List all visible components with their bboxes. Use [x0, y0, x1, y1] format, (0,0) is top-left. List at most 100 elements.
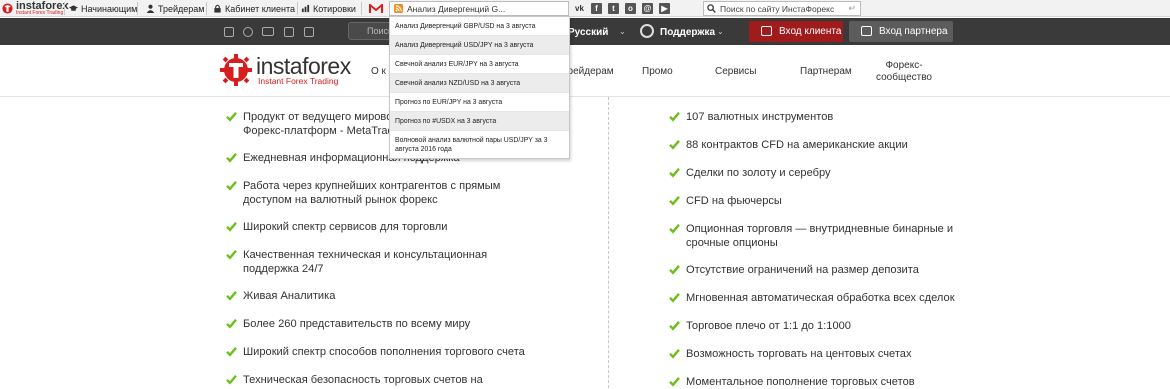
- nav-item-partners[interactable]: Партнерам: [800, 66, 852, 77]
- toolbar-item-client-cabinet[interactable]: Кабинет клиента: [213, 0, 295, 17]
- client-login-label: Вход клиента: [779, 26, 842, 37]
- feature-item: Торговое плечо от 1:1 до 1:1000: [669, 319, 851, 333]
- calendar-icon[interactable]: [284, 27, 294, 37]
- chart-icon: [301, 4, 310, 13]
- checkmark-icon: [669, 265, 680, 275]
- phone-icon[interactable]: [304, 27, 314, 37]
- nav-community-line2: сообщество: [876, 72, 932, 83]
- checkmark-icon: [669, 140, 680, 150]
- checkmark-icon: [669, 112, 680, 122]
- partner-login-label: Вход партнера: [879, 26, 948, 37]
- rss-dropdown: Анализ Дивергенций GBP/USD на 3 августа …: [389, 16, 570, 159]
- feature-text: Живая Аналитика: [243, 290, 336, 302]
- feature-text: Продукт от ведущего мирового Форекс-плат…: [243, 111, 403, 137]
- feature-item: Сделки по золоту и серебру: [669, 166, 831, 180]
- logo-tagline: Instant Forex Trading: [258, 75, 339, 86]
- globe-icon[interactable]: [243, 27, 253, 37]
- enter-icon[interactable]: ↵: [848, 3, 856, 14]
- support-menu[interactable]: Поддержка: [660, 27, 715, 38]
- site-search-placeholder: Поиск по сайту ИнстаФорекс: [720, 3, 835, 14]
- rss-feed-field[interactable]: Анализ Дивергенций G...: [389, 1, 569, 16]
- dropdown-item[interactable]: Анализ Дивергенций USD/JPY на 3 августа: [390, 36, 569, 55]
- rss-feed-value: Анализ Дивергенций G...: [407, 3, 506, 14]
- toolbar-logo[interactable]: instaforex Instant Forex Trading: [2, 0, 69, 17]
- feature-text: Качественная техническая и консультацион…: [243, 249, 488, 275]
- toolbar-item-quotes[interactable]: Котировки: [301, 0, 356, 17]
- feature-text: Опционная торговля — внутридневные бинар…: [686, 223, 954, 249]
- toolbar-item-label: Котировки: [313, 3, 356, 14]
- feature-item: Техническая безопасность торговых счетов…: [226, 373, 483, 387]
- feature-item: 107 валютных инструментов: [669, 110, 833, 124]
- site-search-input[interactable]: Поиск по сайту ИнстаФорекс ↵: [703, 1, 861, 16]
- feature-item: Широкий спектр способов пополнения торго…: [226, 345, 525, 359]
- feature-item: Более 260 представительств по всему миру: [226, 317, 470, 331]
- headset-icon: [640, 24, 654, 38]
- checkmark-icon: [669, 321, 680, 331]
- column-divider: [608, 97, 609, 388]
- dropdown-item[interactable]: Волновой анализ валютной пары USD/JPY за…: [390, 131, 569, 158]
- checkmark-icon: [669, 293, 680, 303]
- nav-item-services[interactable]: Сервисы: [715, 66, 756, 77]
- language-selector[interactable]: Русский: [568, 27, 608, 38]
- nav-item-community[interactable]: Форекс- сообщество: [869, 60, 939, 84]
- toolbar-item-beginners[interactable]: Начинающим: [69, 0, 137, 17]
- sitemap-icon[interactable]: [224, 27, 234, 37]
- toolbar-item-label: Начинающим: [81, 3, 138, 14]
- feature-text: Моментальное пополнение торговых счетов: [686, 376, 915, 388]
- dark-search-input[interactable]: Поиск: [348, 22, 393, 40]
- vk-icon[interactable]: vk: [574, 3, 585, 14]
- feature-item: Широкий спектр сервисов для торговли: [226, 220, 447, 234]
- twitter-icon[interactable]: t: [608, 3, 619, 14]
- feature-item: Отсутствие ограничений на размер депозит…: [669, 263, 919, 277]
- checkmark-icon: [669, 224, 680, 234]
- rss-icon: [394, 4, 403, 13]
- toolbar-item-label: Трейдерам: [158, 3, 205, 14]
- partner-login-button[interactable]: Вход партнера: [849, 21, 953, 42]
- dropdown-item[interactable]: Свечной анализ EUR/JPY на 3 августа: [390, 55, 569, 74]
- browser-toolbar: instaforex Instant Forex Trading Начинаю…: [0, 0, 1170, 17]
- dropdown-item[interactable]: Прогноз по EUR/JPY на 3 августа: [390, 93, 569, 112]
- checkmark-icon: [669, 349, 680, 359]
- feature-text: Техническая безопасность торговых счетов…: [243, 374, 483, 386]
- moimir-icon[interactable]: @: [642, 3, 653, 14]
- feature-item: Продукт от ведущего мирового Форекс-плат…: [226, 110, 402, 138]
- checkmark-icon: [226, 319, 237, 329]
- checkmark-icon: [226, 153, 237, 163]
- instaforex-logo-icon: [2, 3, 13, 14]
- feature-text: 88 контрактов CFD на американские акции: [686, 139, 908, 151]
- feature-text: Мгновенная автоматическая обработка всех…: [686, 292, 955, 304]
- toolbar-item-traders[interactable]: Трейдерам: [146, 0, 205, 17]
- user-icon: [146, 4, 155, 13]
- gmail-button[interactable]: [369, 0, 383, 17]
- checkmark-icon: [226, 291, 237, 301]
- dropdown-item[interactable]: Прогноз по #USDX на 3 августа: [390, 112, 569, 131]
- youtube-icon[interactable]: ▶: [659, 3, 670, 14]
- feature-text: Широкий спектр сервисов для торговли: [243, 221, 448, 233]
- logo-name: instaforex: [256, 52, 351, 79]
- site-logo[interactable]: instaforex Instant Forex Trading: [220, 54, 351, 86]
- toolbar-item-label: Кабинет клиента: [225, 3, 296, 14]
- dropdown-item[interactable]: Анализ Дивергенций GBP/USD на 3 августа: [390, 17, 569, 36]
- odnoklassniki-icon[interactable]: o: [625, 3, 636, 14]
- facebook-icon[interactable]: f: [591, 3, 602, 14]
- feature-item: Мгновенная автоматическая обработка всех…: [669, 291, 955, 305]
- mail-icon[interactable]: [262, 27, 274, 36]
- top-navigation-bar: Поиск Русский ⌄ Поддержка ⌄ Вход клиента…: [0, 18, 1170, 45]
- dropdown-item[interactable]: Свечной анализ NZD/USD на 3 августа: [390, 74, 569, 93]
- feature-item: CFD на фьючерсы: [669, 194, 782, 208]
- graduation-cap-icon: [69, 5, 78, 11]
- feature-item: 88 контрактов CFD на американские акции: [669, 138, 908, 152]
- login-icon: [761, 26, 772, 36]
- feature-text: Отсутствие ограничений на размер депозит…: [686, 264, 919, 276]
- client-login-button[interactable]: Вход клиента: [749, 21, 843, 42]
- lock-icon: [214, 4, 221, 13]
- feature-text: Широкий спектр способов пополнения торго…: [243, 346, 525, 358]
- checkmark-icon: [669, 196, 680, 206]
- checkmark-icon: [226, 347, 237, 357]
- briefcase-icon: [861, 26, 872, 36]
- chevron-down-icon: ⌄: [717, 27, 724, 36]
- nav-item-promo[interactable]: Промо: [642, 66, 673, 77]
- feature-text: CFD на фьючерсы: [686, 195, 782, 207]
- nav-item-about[interactable]: О к: [371, 66, 386, 77]
- feature-item: Моментальное пополнение торговых счетов: [669, 375, 915, 389]
